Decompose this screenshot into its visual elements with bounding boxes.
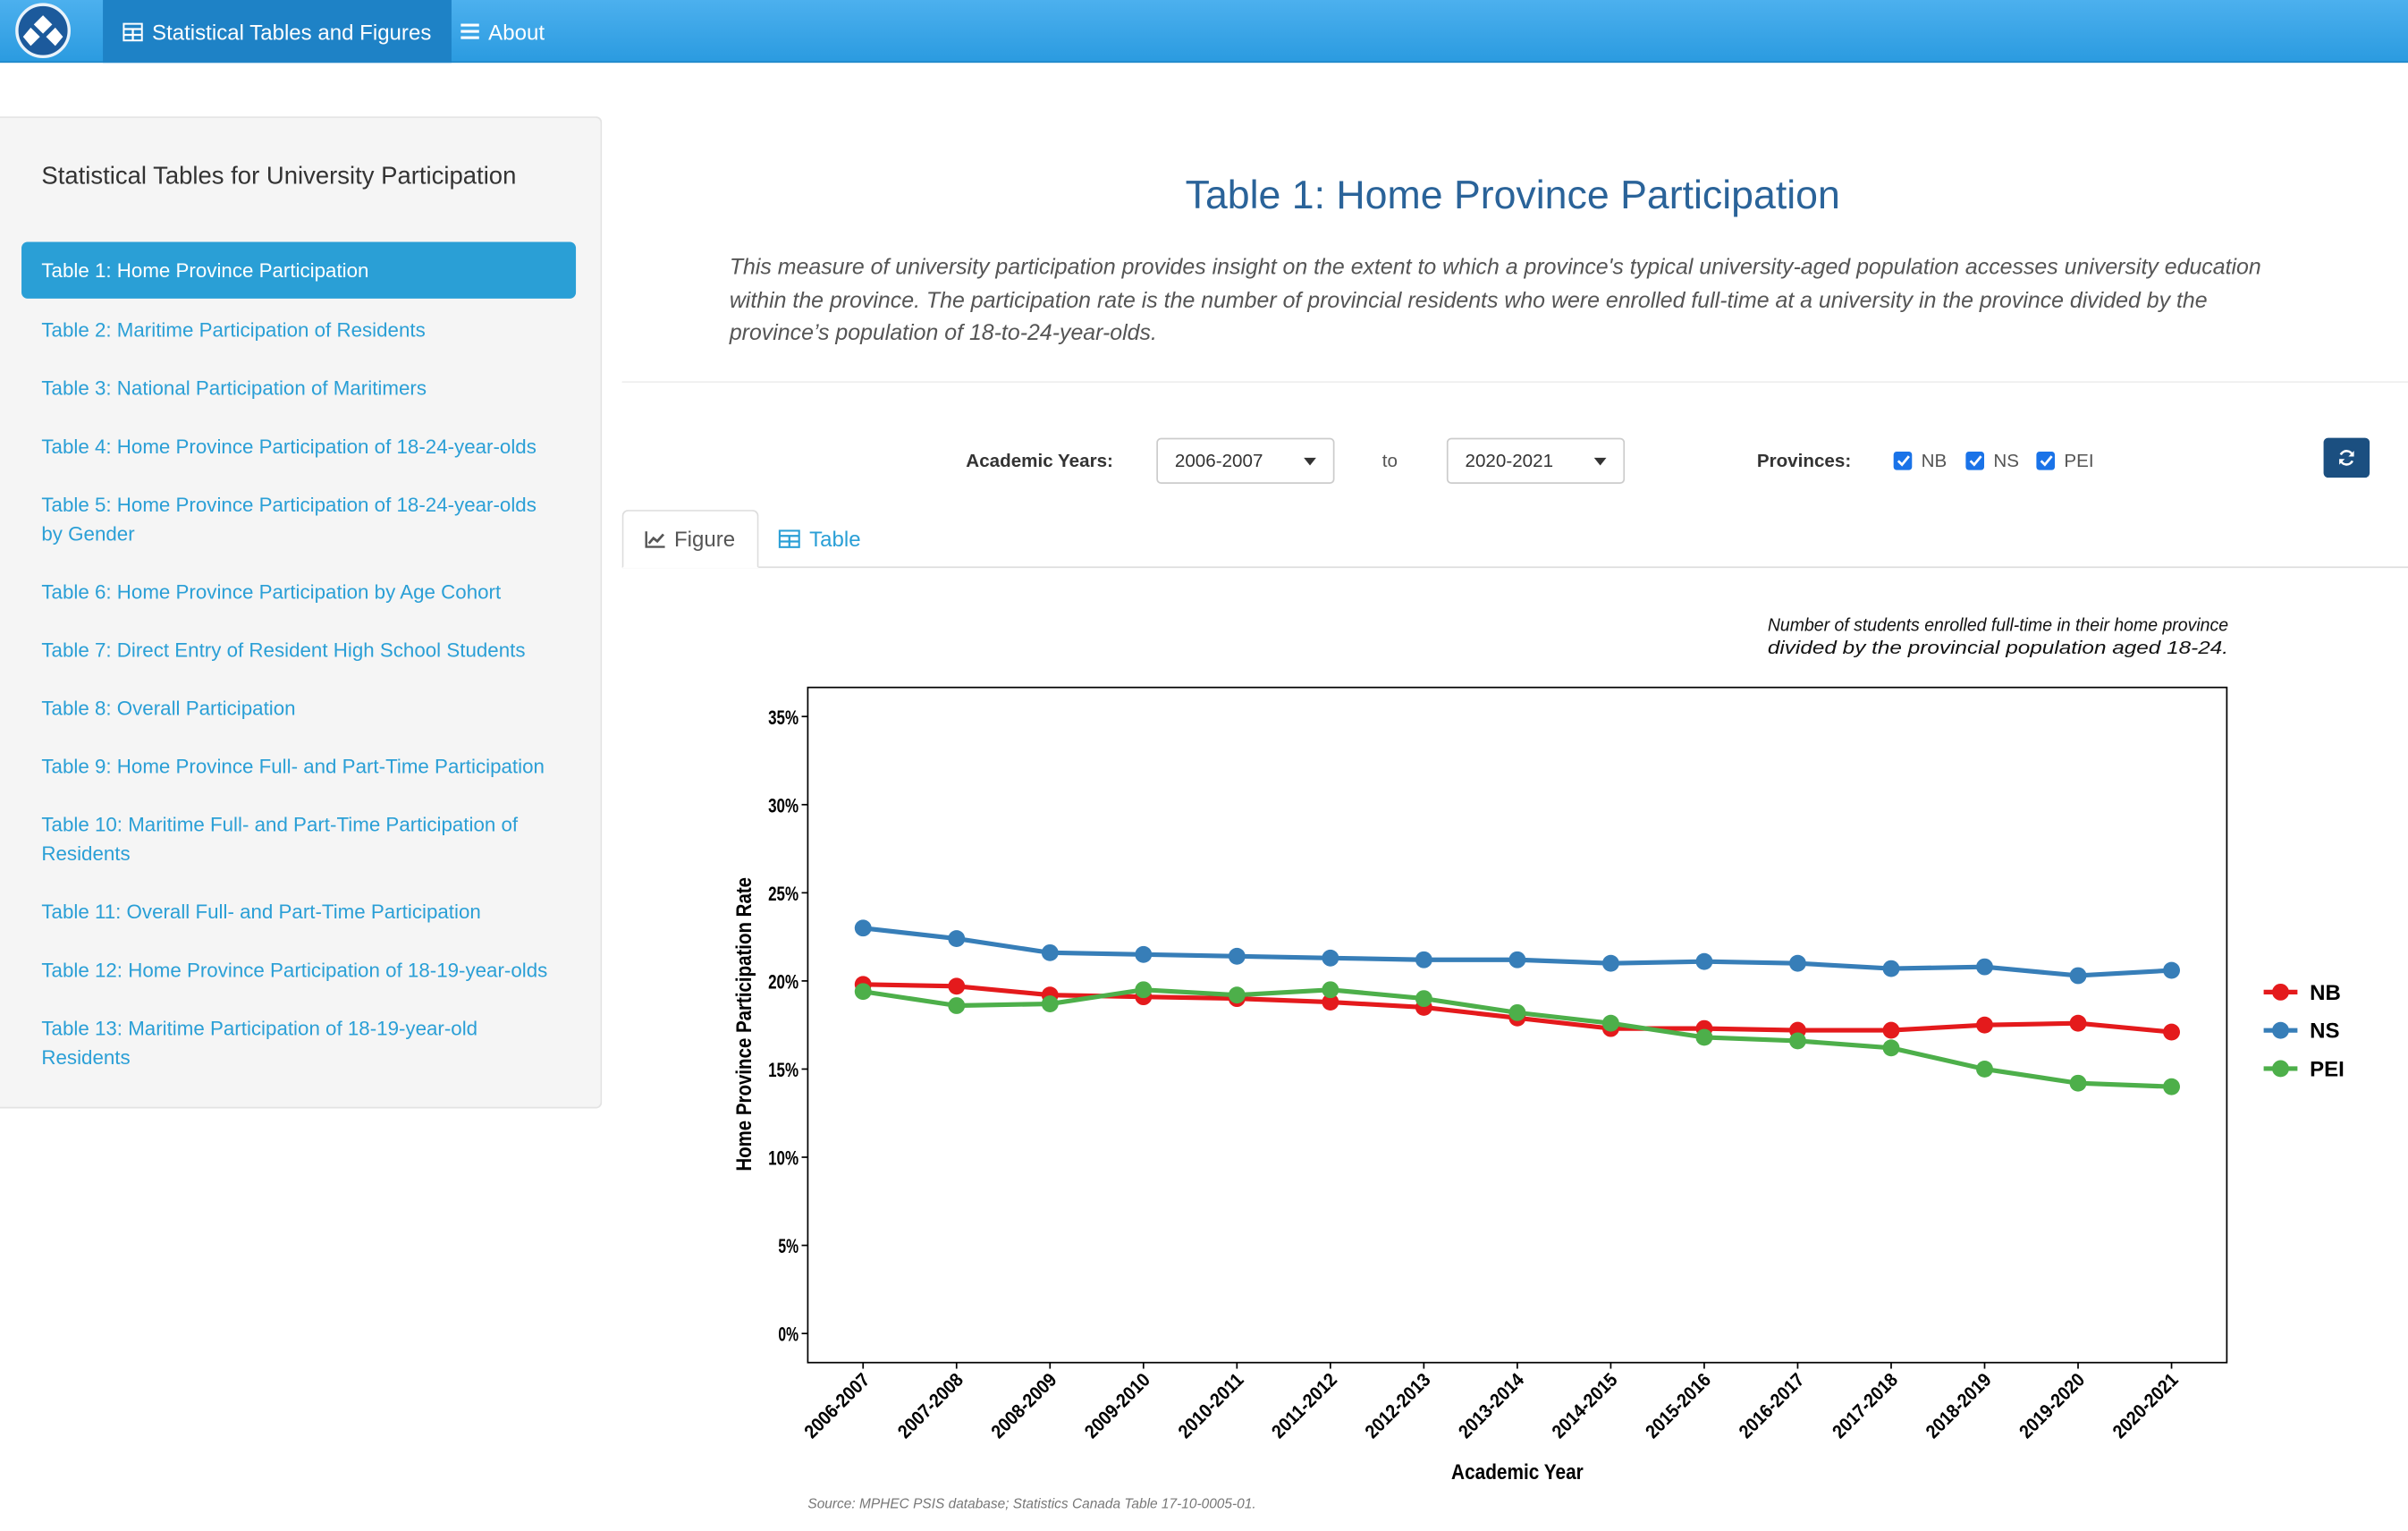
data-point-pei bbox=[854, 983, 872, 1001]
data-point-nb bbox=[1882, 1021, 1900, 1039]
legend-key-point-nb bbox=[2272, 983, 2289, 1001]
y-tick-label: 20% bbox=[768, 970, 798, 993]
data-point-pei bbox=[1882, 1039, 1900, 1057]
data-point-ns bbox=[1695, 952, 1713, 970]
x-tick-label: 2009-2010 bbox=[1080, 1369, 1154, 1442]
data-point-pei bbox=[2163, 1078, 2180, 1095]
chart-subtitle-line: Number of students enrolled full-time in… bbox=[1768, 614, 2228, 635]
data-point-ns bbox=[854, 919, 872, 937]
x-tick-label: 2015-2016 bbox=[1641, 1369, 1715, 1442]
y-tick-label: 25% bbox=[768, 883, 798, 905]
data-point-ns bbox=[1041, 943, 1059, 961]
data-point-ns bbox=[1228, 947, 1246, 965]
x-tick-label: 2019-2020 bbox=[2015, 1369, 2090, 1442]
y-tick-label: 30% bbox=[768, 794, 798, 816]
data-point-pei bbox=[1228, 986, 1246, 1004]
data-point-nb bbox=[1976, 1016, 1993, 1034]
y-tick-label: 0% bbox=[778, 1324, 798, 1346]
y-axis-title: Home Province Participation Rate bbox=[732, 877, 756, 1172]
data-point-ns bbox=[948, 930, 966, 948]
data-point-pei bbox=[1041, 995, 1059, 1012]
data-point-ns bbox=[1789, 954, 1806, 972]
data-point-ns bbox=[2069, 967, 2087, 985]
data-point-ns bbox=[2163, 961, 2180, 979]
y-tick-label: 15% bbox=[768, 1059, 798, 1081]
x-tick-label: 2016-2017 bbox=[1735, 1369, 1809, 1442]
data-point-nb bbox=[2069, 1014, 2087, 1032]
x-tick-label: 2018-2019 bbox=[1922, 1369, 1996, 1442]
data-point-ns bbox=[1322, 949, 1339, 967]
y-tick-label: 10% bbox=[768, 1147, 798, 1170]
x-tick-label: 2011-2012 bbox=[1267, 1369, 1341, 1442]
x-tick-label: 2013-2014 bbox=[1454, 1369, 1528, 1442]
x-tick-label: 2008-2009 bbox=[987, 1369, 1061, 1442]
participation-line-chart: Number of students enrolled full-time in… bbox=[732, 614, 2345, 1484]
data-point-pei bbox=[1976, 1061, 1993, 1078]
x-tick-label: 2014-2015 bbox=[1548, 1369, 1622, 1442]
x-tick-label: 2017-2018 bbox=[1829, 1369, 1903, 1442]
data-point-ns bbox=[1976, 958, 1993, 976]
data-point-ns bbox=[1508, 951, 1526, 969]
x-axis-title: Academic Year bbox=[1451, 1460, 1584, 1484]
y-tick-label: 35% bbox=[768, 706, 798, 729]
data-point-pei bbox=[1695, 1028, 1713, 1046]
data-point-pei bbox=[1789, 1032, 1806, 1050]
app-root: Statistical Tables and Figures About Sta… bbox=[0, 0, 2408, 1531]
data-point-ns bbox=[1601, 954, 1619, 972]
x-tick-label: 2012-2013 bbox=[1361, 1369, 1435, 1442]
data-point-pei bbox=[948, 997, 966, 1014]
x-tick-label: 2006-2007 bbox=[800, 1369, 874, 1442]
x-tick-label: 2010-2011 bbox=[1174, 1369, 1248, 1442]
data-point-nb bbox=[2163, 1023, 2180, 1041]
x-tick-label: 2020-2021 bbox=[2108, 1369, 2183, 1442]
legend-key-point-pei bbox=[2272, 1060, 2289, 1078]
legend-label-nb: NB bbox=[2310, 981, 2341, 1005]
data-point-pei bbox=[1322, 981, 1339, 999]
legend-label-pei: PEI bbox=[2310, 1058, 2345, 1082]
data-point-pei bbox=[1508, 1003, 1526, 1021]
data-point-ns bbox=[1882, 960, 1900, 977]
data-point-pei bbox=[1601, 1014, 1619, 1032]
legend-label-ns: NS bbox=[2310, 1019, 2339, 1044]
data-point-ns bbox=[1135, 945, 1153, 963]
data-point-ns bbox=[1415, 951, 1432, 969]
chart-source-note: Source: MPHEC PSIS database; Statistics … bbox=[807, 1495, 1256, 1511]
data-point-pei bbox=[1415, 990, 1432, 1008]
data-point-pei bbox=[1135, 981, 1153, 999]
x-tick-label: 2007-2008 bbox=[893, 1369, 967, 1442]
data-point-pei bbox=[2069, 1074, 2087, 1092]
legend-key-point-ns bbox=[2272, 1021, 2289, 1039]
chart-subtitle-line: divided by the provincial population age… bbox=[1768, 638, 2228, 658]
data-point-nb bbox=[948, 977, 966, 995]
y-tick-label: 5% bbox=[778, 1235, 798, 1257]
